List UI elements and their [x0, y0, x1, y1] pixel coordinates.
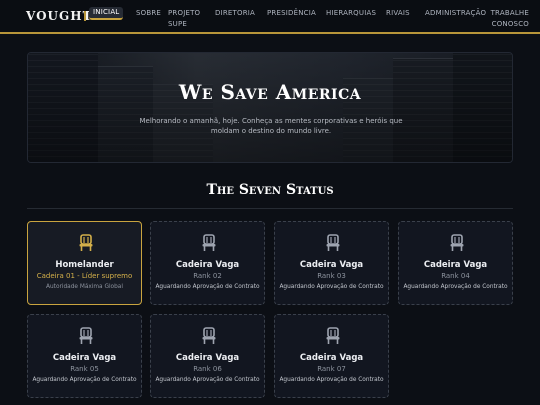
seven-card-rank-04[interactable]: Cadeira Vaga Rank 04 Aguardando Aprovaçã… [398, 221, 513, 305]
chair-icon [79, 327, 93, 344]
card-rank: Rank 04 [441, 272, 470, 280]
nav-item-administracao[interactable]: ADMINISTRAÇÃO [425, 8, 486, 19]
seven-card-homelander[interactable]: Homelander Cadeira 01 - Líder supremo Au… [27, 221, 142, 305]
card-name: Cadeira Vaga [52, 353, 117, 363]
section-title: The Seven Status [206, 182, 334, 198]
chair-icon [450, 234, 464, 251]
nav-item-presidencia[interactable]: PRESIDÊNCIA [267, 8, 316, 19]
nav-item-rivais[interactable]: RIVAIS [386, 8, 410, 19]
card-status: Aguardando Aprovação de Contrato [279, 284, 384, 290]
seven-card-rank-06[interactable]: Cadeira Vaga Rank 06 Aguardando Aprovaçã… [150, 314, 265, 398]
card-rank: Rank 03 [317, 272, 346, 280]
card-rank: Rank 05 [70, 365, 99, 373]
nav-item-hierarquias[interactable]: HIERARQUIAS [326, 8, 376, 19]
card-name: Cadeira Vaga [423, 260, 488, 270]
card-rank: Cadeira 01 - Líder supremo [36, 272, 133, 280]
card-status: Autoridade Máxima Global [46, 284, 123, 290]
chair-icon [326, 327, 340, 344]
card-status: Aguardando Aprovação de Contrato [32, 377, 137, 383]
brand-logo[interactable]: VOUGHT [26, 9, 93, 23]
card-name: Cadeira Vaga [175, 260, 240, 270]
hero-title: We Save America [178, 80, 362, 104]
seven-card-rank-02[interactable]: Cadeira Vaga Rank 02 Aguardando Aprovaçã… [150, 221, 265, 305]
hero-subtitle: Melhorando o amanhã, hoje. Conheça as me… [139, 117, 403, 135]
seven-card-rank-03[interactable]: Cadeira Vaga Rank 03 Aguardando Aprovaçã… [274, 221, 389, 305]
card-rank: Rank 07 [317, 365, 346, 373]
card-name: Cadeira Vaga [299, 353, 364, 363]
chair-icon [202, 327, 216, 344]
nav-item-sobre[interactable]: SOBRE [136, 8, 161, 19]
top-navbar: VOUGHT INICIAL SOBRE PROJETO SUPE DIRETO… [0, 0, 540, 34]
card-status: Aguardando Aprovação de Contrato [155, 377, 260, 383]
chair-icon [202, 234, 216, 251]
card-name: Cadeira Vaga [299, 260, 364, 270]
nav-item-projeto-supe[interactable]: PROJETO SUPE [168, 8, 208, 30]
card-status: Aguardando Aprovação de Contrato [403, 284, 508, 290]
seven-card-rank-07[interactable]: Cadeira Vaga Rank 07 Aguardando Aprovaçã… [274, 314, 389, 398]
section-divider [27, 208, 513, 209]
card-rank: Rank 02 [193, 272, 222, 280]
card-rank: Rank 06 [193, 365, 222, 373]
chair-icon [79, 234, 93, 251]
hero-banner: We Save America Melhorando o amanhã, hoj… [27, 52, 513, 163]
nav-item-inicial[interactable]: INICIAL [89, 7, 124, 20]
card-status: Aguardando Aprovação de Contrato [155, 284, 260, 290]
nav-item-diretoria[interactable]: DIRETORIA [215, 8, 255, 19]
card-name: Cadeira Vaga [175, 353, 240, 363]
chair-icon [326, 234, 340, 251]
card-name: Homelander [55, 260, 114, 270]
nav-item-trabalhe-conosco[interactable]: TRABALHE CONOSCO [487, 8, 529, 30]
card-status: Aguardando Aprovação de Contrato [279, 377, 384, 383]
seven-card-rank-05[interactable]: Cadeira Vaga Rank 05 Aguardando Aprovaçã… [27, 314, 142, 398]
